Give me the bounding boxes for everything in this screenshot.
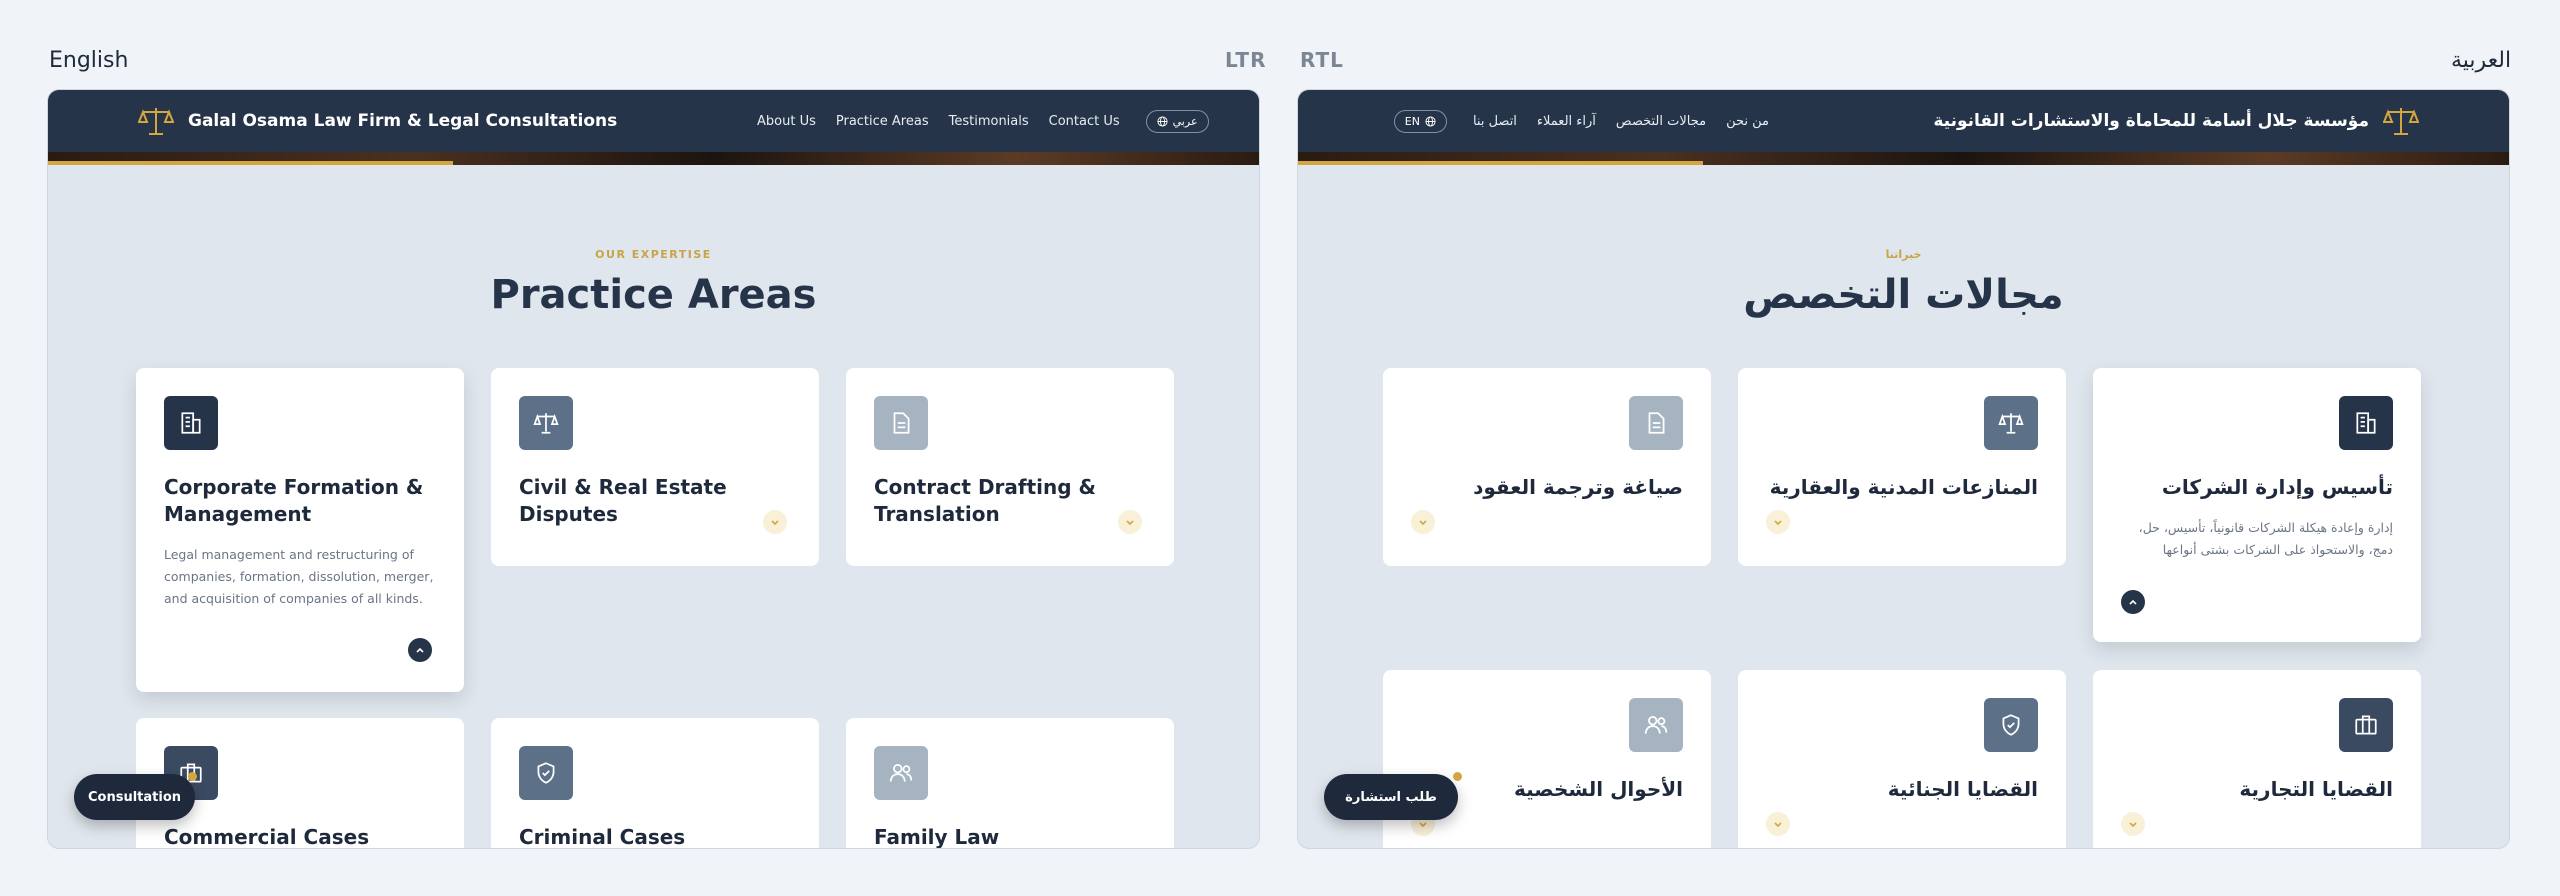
nav-link-testimonials[interactable]: Testimonials <box>949 114 1029 129</box>
shield-icon <box>519 746 573 800</box>
chevron-down-icon[interactable] <box>1766 510 1790 534</box>
nav-link-about[interactable]: About Us <box>757 114 816 129</box>
users-icon <box>874 746 928 800</box>
scroll-progress-bar <box>48 161 453 165</box>
nav-link-about[interactable]: من نحن <box>1726 114 1769 129</box>
card-title: Civil & Real Estate Disputes <box>519 475 727 526</box>
chevron-down-icon[interactable] <box>2121 812 2145 836</box>
language-toggle-label: عربي <box>1172 114 1198 128</box>
scales-icon <box>519 396 573 450</box>
language-toggle[interactable]: EN <box>1393 109 1447 133</box>
english-label: English <box>49 48 129 73</box>
chevron-up-icon[interactable] <box>2121 590 2145 614</box>
chevron-down-icon[interactable] <box>763 510 787 534</box>
practice-card-civil[interactable]: Civil & Real Estate Disputes <box>491 368 819 566</box>
scales-icon <box>1984 396 2038 450</box>
practice-card-family[interactable]: الأحوال الشخصية <box>1383 670 1711 848</box>
chevron-up-icon[interactable] <box>408 638 432 662</box>
card-title: Commercial Cases <box>164 825 370 849</box>
scales-logo-icon <box>138 108 174 135</box>
card-title: القضايا التجارية <box>2239 777 2393 801</box>
card-title: صياغة وترجمة العقود <box>1473 475 1683 499</box>
chevron-down-icon[interactable] <box>1118 510 1142 534</box>
consultation-button[interactable]: Consultation <box>74 774 195 820</box>
practice-card-civil[interactable]: المنازعات المدنية والعقارية <box>1738 368 2066 566</box>
card-description: Legal management and restructuring of co… <box>164 547 434 606</box>
practice-card-family[interactable]: Family Law <box>846 718 1174 849</box>
language-toggle[interactable]: عربي <box>1145 109 1209 133</box>
card-title: Family Law <box>874 825 1000 849</box>
card-title: Contract Drafting & Translation <box>874 475 1096 526</box>
notification-dot <box>188 772 197 781</box>
card-title: Criminal Cases <box>519 825 686 849</box>
users-icon <box>1629 698 1683 752</box>
building-icon <box>164 396 218 450</box>
nav-link-practice-areas[interactable]: Practice Areas <box>836 114 929 129</box>
language-toggle-label: EN <box>1404 114 1420 128</box>
ltr-label: LTR <box>1225 48 1267 72</box>
building-icon <box>2339 396 2393 450</box>
navbar: Galal Osama Law Firm & Legal Consultatio… <box>48 90 1259 152</box>
card-description: إدارة وإعادة هيكلة الشركات قانونياً، تأس… <box>2138 520 2393 557</box>
navbar: مؤسسة جلال أسامة للمحاماة والاستشارات ال… <box>1298 90 2509 152</box>
notification-dot <box>1453 772 1462 781</box>
consultation-button[interactable]: طلب استشارة <box>1324 774 1458 820</box>
practice-card-corporate[interactable]: Corporate Formation & Management Legal m… <box>136 368 464 692</box>
practice-card-contract[interactable]: Contract Drafting & Translation <box>846 368 1174 566</box>
chevron-down-icon[interactable] <box>1411 510 1435 534</box>
nav-link-practice-areas[interactable]: مجالات التخصص <box>1616 114 1706 129</box>
globe-icon <box>1425 115 1436 127</box>
card-title: Corporate Formation & Management <box>164 475 424 526</box>
section-eyebrow: OUR EXPERTISE <box>595 248 712 261</box>
chevron-down-icon[interactable] <box>1766 812 1790 836</box>
arabic-label: العربية <box>2451 48 2512 73</box>
practice-card-corporate[interactable]: تأسيس وإدارة الشركات إدارة وإعادة هيكلة … <box>2093 368 2421 642</box>
practice-card-criminal[interactable]: Criminal Cases <box>491 718 819 849</box>
brand-logo[interactable]: مؤسسة جلال أسامة للمحاماة والاستشارات ال… <box>1933 105 2419 137</box>
practice-card-contract[interactable]: صياغة وترجمة العقود <box>1383 368 1711 566</box>
shield-icon <box>1984 698 2038 752</box>
document-icon <box>874 396 928 450</box>
section-eyebrow: خبراتنا <box>1885 248 1922 261</box>
section-title: مجالات التخصص <box>1743 272 2064 318</box>
briefcase-icon <box>2339 698 2393 752</box>
nav-link-testimonials[interactable]: آراء العملاء <box>1537 114 1596 129</box>
globe-icon <box>1157 115 1168 127</box>
section-title: Practice Areas <box>490 272 817 318</box>
practice-card-commercial[interactable]: القضايا التجارية <box>2093 670 2421 848</box>
document-icon <box>1629 396 1683 450</box>
brand-name: Galal Osama Law Firm & Legal Consultatio… <box>188 111 618 131</box>
nav-link-contact[interactable]: Contact Us <box>1049 114 1120 129</box>
nav-link-contact[interactable]: اتصل بنا <box>1473 114 1517 129</box>
scales-logo-icon <box>2383 108 2419 135</box>
brand-name: مؤسسة جلال أسامة للمحاماة والاستشارات ال… <box>1933 111 2369 131</box>
card-title: تأسيس وإدارة الشركات <box>2161 475 2393 499</box>
brand-logo[interactable]: Galal Osama Law Firm & Legal Consultatio… <box>138 105 617 137</box>
card-title: المنازعات المدنية والعقارية <box>1769 475 2038 499</box>
scroll-progress-bar <box>1298 161 1703 165</box>
ltr-preview-frame: Galal Osama Law Firm & Legal Consultatio… <box>47 89 1260 849</box>
card-title: القضايا الجنائية <box>1887 777 2038 801</box>
practice-card-criminal[interactable]: القضايا الجنائية <box>1738 670 2066 848</box>
rtl-preview-frame: مؤسسة جلال أسامة للمحاماة والاستشارات ال… <box>1297 89 2510 849</box>
rtl-label: RTL <box>1300 48 1344 72</box>
